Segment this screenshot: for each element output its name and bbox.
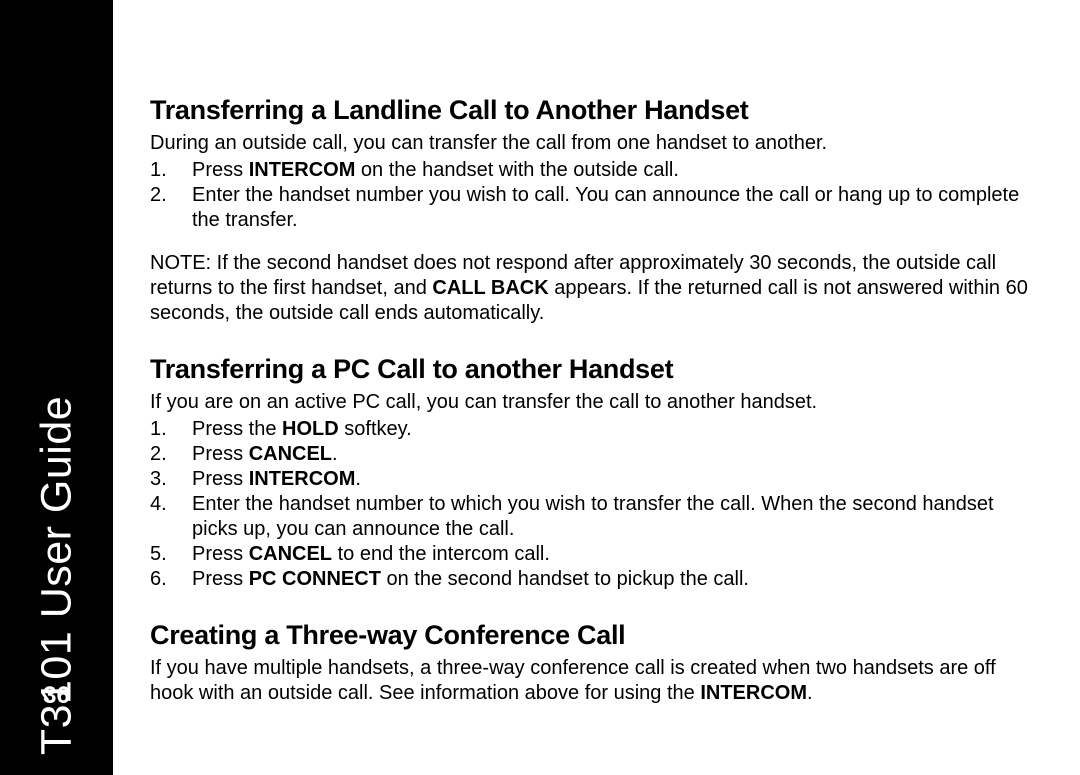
step-item: Press CANCEL. <box>150 442 1030 467</box>
step-item: Press the HOLD softkey. <box>150 417 1030 442</box>
step-item: Press CANCEL to end the intercom call. <box>150 542 1030 567</box>
note-paragraph: NOTE: If the second handset does not res… <box>150 251 1030 326</box>
section-intro: During an outside call, you can transfer… <box>150 131 1030 156</box>
section-heading: Creating a Three-way Conference Call <box>150 620 1030 651</box>
page-content: Transferring a Landline Call to Another … <box>150 95 1030 708</box>
section-intro: If you have multiple handsets, a three-w… <box>150 656 1030 706</box>
step-item: Press INTERCOM. <box>150 467 1030 492</box>
step-item: Enter the handset number you wish to cal… <box>150 183 1030 233</box>
step-item: Press PC CONNECT on the second handset t… <box>150 567 1030 592</box>
step-list: Press the HOLD softkey. Press CANCEL. Pr… <box>150 417 1030 592</box>
sidebar: T3101 User Guide 36 <box>0 0 113 775</box>
section-intro: If you are on an active PC call, you can… <box>150 390 1030 415</box>
section-heading: Transferring a PC Call to another Handse… <box>150 354 1030 385</box>
section-heading: Transferring a Landline Call to Another … <box>150 95 1030 126</box>
page-number: 36 <box>0 682 113 710</box>
step-list: Press INTERCOM on the handset with the o… <box>150 158 1030 233</box>
step-item: Enter the handset number to which you wi… <box>150 492 1030 542</box>
step-item: Press INTERCOM on the handset with the o… <box>150 158 1030 183</box>
